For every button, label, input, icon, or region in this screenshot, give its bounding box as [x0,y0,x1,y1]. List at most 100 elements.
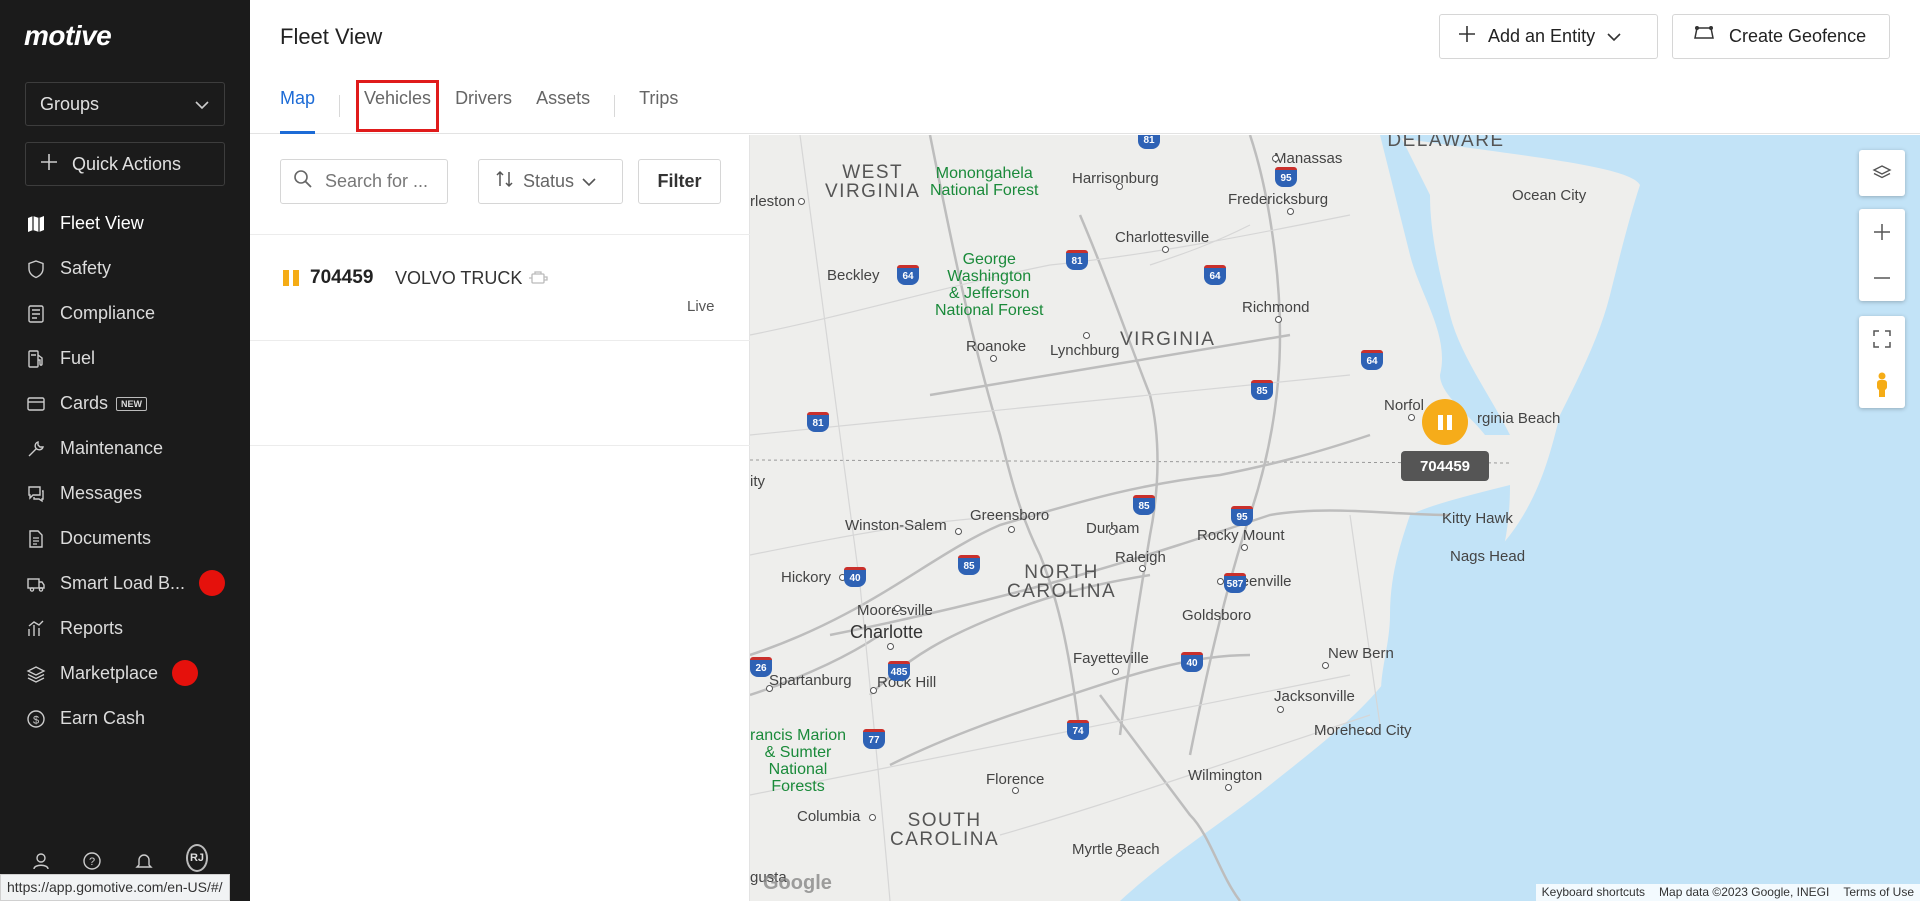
map-label: Kitty Hawk [1442,510,1513,527]
map-label: VIRGINIA [1120,329,1216,350]
tab-drivers[interactable]: Drivers [455,88,512,124]
groups-label: Groups [40,93,100,114]
sidebar-item-marketplace[interactable]: Marketplace [0,651,250,696]
sidebar-item-cards[interactable]: Cards NEW [0,381,250,426]
user-icon[interactable] [30,850,52,872]
card-icon [26,394,46,414]
city-marker [869,814,876,821]
sidebar-item-documents[interactable]: Documents [0,516,250,561]
help-icon[interactable]: ? [81,850,103,872]
groups-dropdown[interactable]: Groups [25,82,225,126]
divider [250,445,750,446]
sidebar-item-maintenance[interactable]: Maintenance [0,426,250,471]
sidebar-item-fuel[interactable]: Fuel [0,336,250,381]
interstate-shield: 85 [1251,380,1273,400]
interstate-shield: 81 [1138,135,1160,149]
sidebar-item-fleet-view[interactable]: Fleet View [0,201,250,246]
fuel-pump-icon [26,349,46,369]
map-label: SOUTH CAROLINA [890,810,1000,850]
page-title: Fleet View [280,24,383,49]
map-label: Florence [986,771,1045,788]
zoom-out-icon[interactable] [1859,255,1905,301]
filter-button[interactable]: Filter [638,159,721,204]
map-label: Raleigh [1115,549,1166,566]
document-list-icon [26,304,46,324]
city-marker [798,198,805,205]
city-marker [1408,414,1415,421]
interstate-shield: 587 [1224,573,1246,593]
city-marker [1275,316,1282,323]
sidebar-item-label: Fuel [60,348,96,368]
tab-vehicles[interactable]: Vehicles [356,80,440,132]
map-layers-control[interactable] [1859,150,1905,196]
city-marker [1008,526,1015,533]
map-label: Jacksonville [1274,688,1355,705]
tab-map[interactable]: Map [280,88,316,134]
map-label: Spartanburg [769,672,852,689]
map-label: Fredericksburg [1228,191,1329,208]
fullscreen-icon[interactable] [1859,316,1905,362]
interstate-shield: 485 [888,661,910,681]
sidebar-item-reports[interactable]: Reports [0,606,250,651]
avatar[interactable]: RJ [186,844,208,872]
map-label: Goldsboro [1182,607,1252,624]
map-label: George Washington & Jefferson National F… [935,251,1044,319]
interstate-shield: 95 [1275,167,1297,187]
zoom-in-icon[interactable] [1859,209,1905,255]
interstate-shield: 26 [750,657,772,677]
interstate-shield: 85 [958,555,980,575]
sidebar-item-label: Fleet View [60,213,144,233]
city-marker [1225,784,1232,791]
sidebar-item-safety[interactable]: Safety [0,246,250,291]
interstate-shield: 64 [1204,265,1226,285]
map-label: Nags Head [1450,548,1526,565]
vehicle-marker-label[interactable]: 704459 [1401,451,1489,481]
street-view-pegman-icon[interactable] [1859,362,1905,408]
map-label: Fayetteville [1073,650,1149,667]
keyboard-shortcuts-link[interactable]: Keyboard shortcuts [1542,885,1645,900]
map-label: Greensboro [970,507,1050,524]
layers-icon[interactable] [1859,150,1905,196]
tab-trips[interactable]: Trips [639,88,678,124]
status-sort-button[interactable]: Status [478,159,623,204]
chevron-down-icon [194,94,210,115]
truck-icon [26,574,46,594]
city-marker [1272,155,1279,162]
city-marker [1116,183,1123,190]
create-geofence-button[interactable]: Create Geofence [1672,14,1890,59]
city-marker [1083,332,1090,339]
tab-assets[interactable]: Assets [536,88,590,124]
sidebar-item-smart-load[interactable]: Smart Load B... [0,561,250,606]
google-logo: Google [763,872,832,894]
bell-icon[interactable] [133,850,155,872]
map-label: Wilmington [1188,767,1263,784]
city-marker [766,685,773,692]
add-entity-button[interactable]: Add an Entity [1439,14,1658,59]
city-marker [955,528,962,535]
engine-icon [528,270,550,291]
sidebar: motive Groups Quick Actions Fleet View S… [0,0,250,901]
terms-of-use-link[interactable]: Terms of Use [1843,885,1914,900]
interstate-shield: 85 [1133,495,1155,515]
city-marker [990,355,997,362]
paused-status-icon [283,270,299,286]
motive-logo[interactable]: motive [24,20,112,52]
map-label: Lynchburg [1050,342,1120,359]
sidebar-item-compliance[interactable]: Compliance [0,291,250,336]
search-input[interactable] [325,171,445,192]
sidebar-item-label: Cards [60,393,109,413]
search-field[interactable] [280,159,448,204]
svg-text:?: ? [89,856,95,868]
interstate-shield: 77 [863,729,885,749]
map-label: NORTH CAROLINA [1007,562,1117,602]
sidebar-item-messages[interactable]: Messages [0,471,250,516]
vehicle-map-marker[interactable] [1422,399,1468,445]
sidebar-item-earn-cash[interactable]: $ Earn Cash [0,696,250,741]
quick-actions-button[interactable]: Quick Actions [25,142,225,186]
city-marker [1162,246,1169,253]
sidebar-item-label: Safety [60,258,112,278]
zoom-control [1859,209,1905,301]
interstate-shield: 40 [1181,652,1203,672]
fleet-map[interactable]: DELAWARE Manassas Ocean City WEST VIRGIN… [750,135,1920,901]
vehicle-list-item[interactable]: 704459 VOLVO TRUCK Live [250,235,750,340]
